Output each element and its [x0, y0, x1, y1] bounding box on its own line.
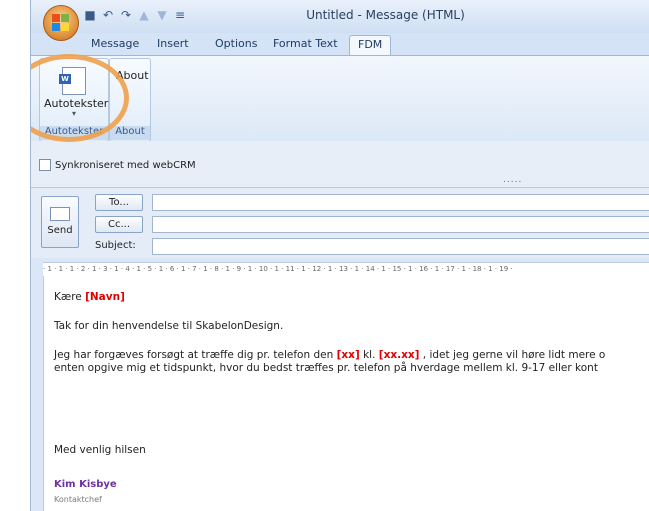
window-title: Untitled - Message (HTML) [306, 8, 465, 22]
sync-checkbox[interactable] [39, 159, 51, 171]
subject-label: Subject: [95, 240, 136, 251]
subject-field[interactable] [152, 238, 649, 255]
body-text: , idet jeg gerne vil høre lidt mere o [419, 349, 606, 361]
signature-name: Kim Kisbye [54, 479, 117, 490]
closing-line: Med venlig hilsen [54, 444, 146, 456]
greeting-text: Kære [54, 291, 86, 303]
tab-insert[interactable]: Insert [157, 37, 189, 50]
date-field[interactable]: [xx] [337, 349, 360, 361]
ribbon: W Autotekster ▾ Autotekster About About [31, 54, 649, 143]
ruler[interactable]: · 1 · 1 · 1 · 2 · 1 · 3 · 1 · 4 · 1 · 5 … [43, 262, 649, 277]
body-line-3: enten opgive mig et tidspunkt, hvor du b… [54, 362, 598, 374]
body-line-2: Jeg har forgæves forsøgt at træffe dig p… [54, 349, 605, 361]
ribbon-tabs: Message Insert Options Format Text FDM [31, 33, 649, 58]
name-field[interactable]: [Navn] [85, 291, 125, 303]
to-field[interactable] [152, 194, 649, 211]
outlook-message-window: ■ ↶ ↷ ▲ ▼ ≡ Untitled - Message (HTML) Me… [30, 0, 649, 511]
send-button-label: Send [47, 225, 73, 236]
office-logo-icon [52, 14, 70, 32]
desktop-margin [0, 0, 30, 511]
message-body[interactable]: Kære [Navn] Tak for din henvendelse til … [43, 276, 649, 511]
tab-options[interactable]: Options [215, 37, 257, 50]
cc-field[interactable] [152, 216, 649, 233]
sync-checkbox-row[interactable]: Synkroniseret med webCRM [39, 159, 196, 171]
to-button[interactable]: To... [95, 194, 143, 211]
body-line-1: Tak for din henvendelse til SkabelonDesi… [54, 320, 284, 332]
splitter-dots[interactable]: ..... [503, 175, 522, 185]
body-text: Jeg har forgæves forsøgt at træffe dig p… [54, 349, 337, 361]
signature-title: Kontaktchef [54, 495, 102, 504]
group-label-about: About [110, 126, 150, 140]
envelope-icon [50, 207, 70, 221]
greeting-line: Kære [Navn] [54, 291, 125, 303]
message-header: Send To... Cc... Subject: [31, 187, 649, 258]
tab-format-text[interactable]: Format Text [273, 37, 338, 50]
screenshot-frame: ■ ↶ ↷ ▲ ▼ ≡ Untitled - Message (HTML) Me… [0, 0, 649, 511]
time-field[interactable]: [xx.xx] [379, 349, 420, 361]
send-button[interactable]: Send [41, 196, 79, 248]
cc-button[interactable]: Cc... [95, 216, 143, 233]
title-bar: ■ ↶ ↷ ▲ ▼ ≡ Untitled - Message (HTML) [31, 0, 649, 33]
sync-label: Synkroniseret med webCRM [55, 159, 196, 171]
office-button[interactable] [43, 5, 79, 41]
body-text: kl. [359, 349, 379, 361]
tab-message[interactable]: Message [91, 37, 139, 50]
crm-sync-bar: Synkroniseret med webCRM ..... [31, 141, 649, 187]
